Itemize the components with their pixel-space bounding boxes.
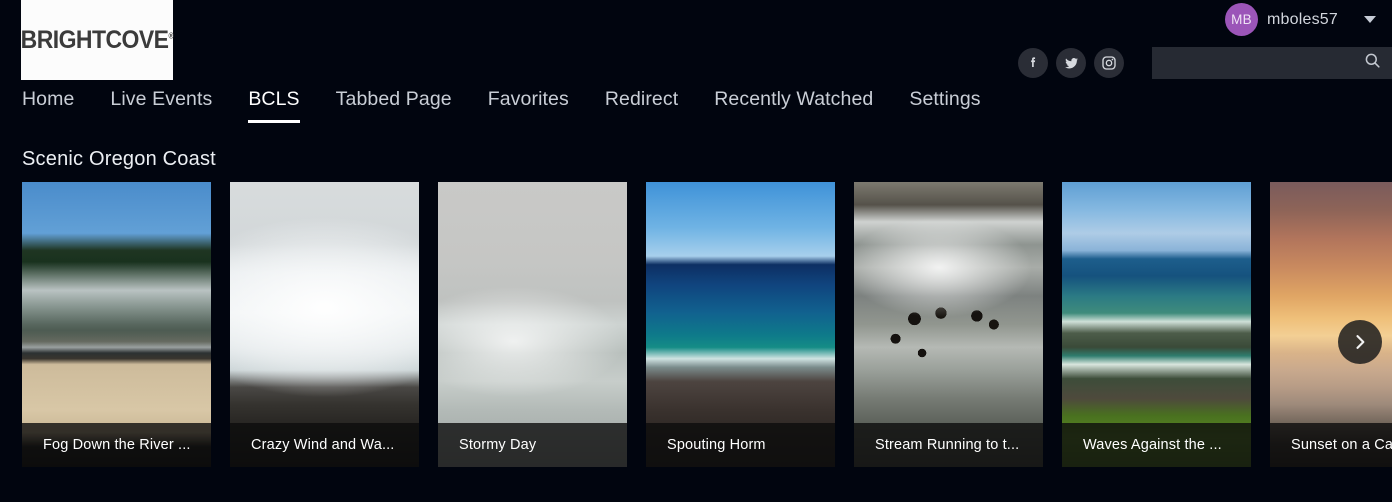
logo-label: BRIGHTCOVE (20, 25, 169, 54)
video-title: Fog Down the River ... (22, 423, 211, 467)
carousel-next-button[interactable] (1338, 320, 1382, 364)
video-card[interactable]: Stream Running to t... (854, 182, 1043, 467)
app-root: BRIGHTCOVE® MB mboles57 Home Live Events… (0, 0, 1392, 502)
video-title: Spouting Horm (646, 423, 835, 467)
nav-item-favorites[interactable]: Favorites (488, 88, 569, 120)
user-menu[interactable]: MB mboles57 (1225, 3, 1378, 36)
social-and-search (1018, 46, 1392, 80)
registered-trademark-icon: ® (168, 31, 174, 41)
facebook-icon[interactable] (1018, 48, 1048, 78)
carousel-track: Fog Down the River ... Crazy Wind and Wa.… (22, 182, 1392, 467)
page-header: BRIGHTCOVE® MB mboles57 (0, 0, 1392, 85)
chevron-right-icon (1356, 335, 1365, 349)
nav-item-live-events[interactable]: Live Events (110, 88, 212, 120)
video-carousel: Fog Down the River ... Crazy Wind and Wa.… (0, 182, 1392, 467)
nav-item-home[interactable]: Home (22, 88, 74, 120)
nav-item-bcls[interactable]: BCLS (248, 88, 300, 123)
avatar: MB (1225, 3, 1259, 36)
search-box[interactable] (1152, 47, 1392, 79)
user-name-label: mboles57 (1267, 10, 1338, 28)
chevron-down-icon[interactable] (1364, 16, 1376, 23)
brightcove-logo[interactable]: BRIGHTCOVE® (21, 0, 174, 80)
search-input[interactable] (1152, 47, 1392, 79)
video-card[interactable]: Crazy Wind and Wa... (230, 182, 419, 467)
video-title: Stream Running to t... (854, 423, 1043, 467)
nav-item-redirect[interactable]: Redirect (605, 88, 678, 120)
video-title: Waves Against the ... (1062, 423, 1251, 467)
nav-item-settings[interactable]: Settings (909, 88, 980, 120)
social-links (1018, 48, 1124, 78)
video-title: Crazy Wind and Wa... (230, 423, 419, 467)
section-title: Scenic Oregon Coast (22, 148, 216, 170)
video-title: Stormy Day (438, 423, 627, 467)
twitter-icon[interactable] (1056, 48, 1086, 78)
video-card[interactable]: Stormy Day (438, 182, 627, 467)
nav-item-recently-watched[interactable]: Recently Watched (714, 88, 873, 120)
instagram-icon[interactable] (1094, 48, 1124, 78)
nav-item-tabbed-page[interactable]: Tabbed Page (336, 88, 452, 120)
video-card[interactable]: Waves Against the ... (1062, 182, 1251, 467)
logo-wordmark: BRIGHTCOVE® (21, 26, 174, 55)
video-title: Sunset on a Ca (1270, 423, 1392, 467)
main-navigation: Home Live Events BCLS Tabbed Page Favori… (0, 88, 1392, 126)
video-card[interactable]: Fog Down the River ... (22, 182, 211, 467)
video-card[interactable]: Spouting Horm (646, 182, 835, 467)
